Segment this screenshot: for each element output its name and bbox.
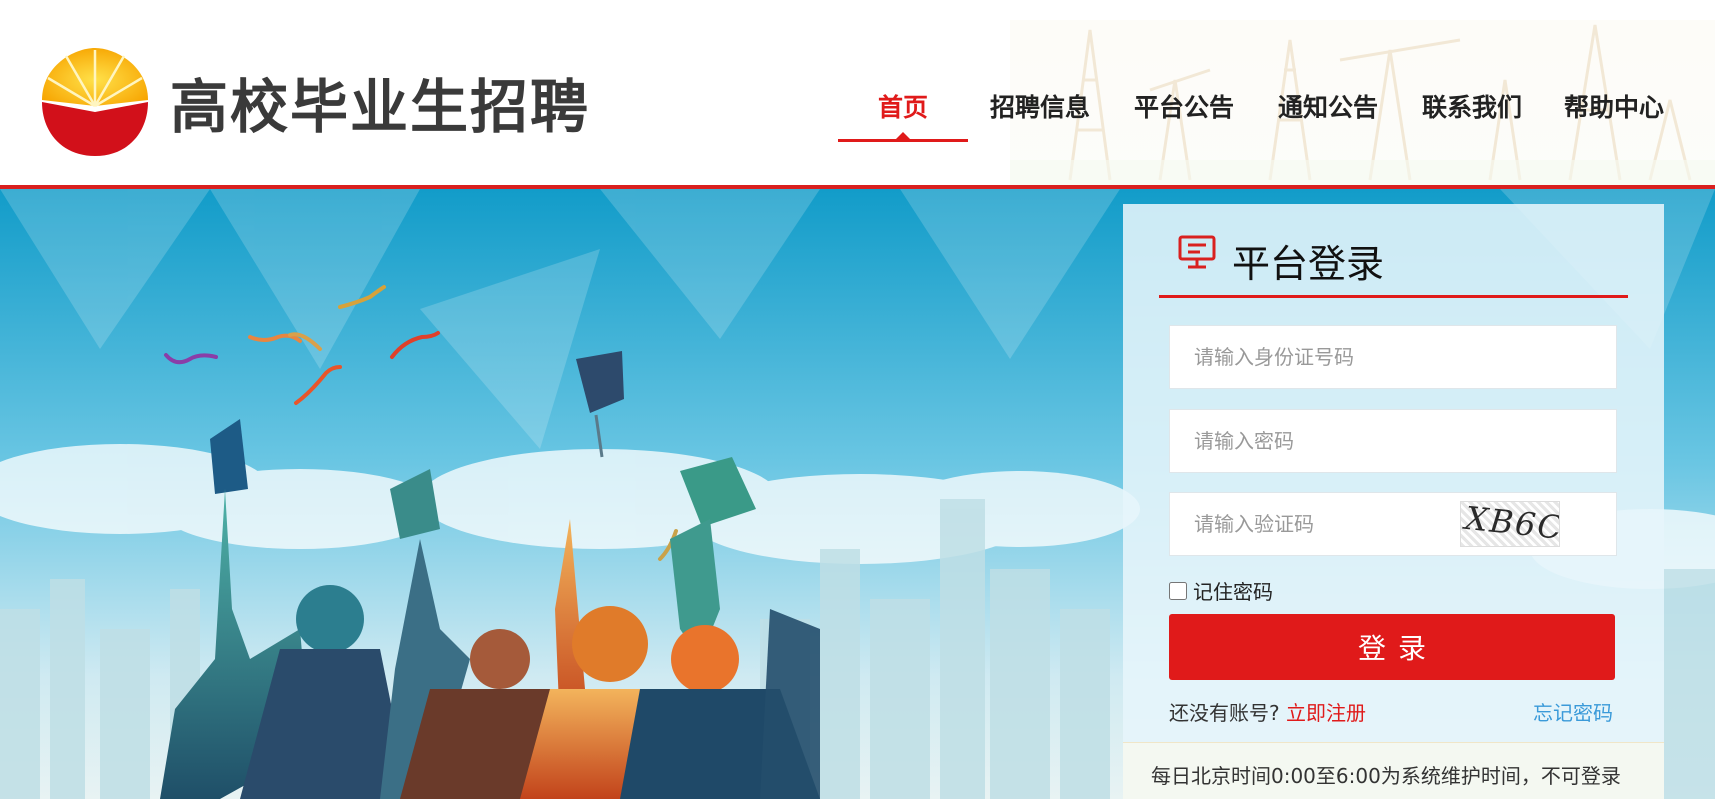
nav-active-underline [838,139,968,142]
id-number-field[interactable] [1169,325,1617,389]
password-input[interactable] [1170,410,1616,472]
nav-active-caret [896,132,910,139]
nav-notices[interactable]: 通知公告 [1256,82,1400,142]
nav-home[interactable]: 首页 [838,82,968,142]
maintenance-notice: 每日北京时间0:00至6:00为系统维护时间，不可登录 [1151,764,1621,788]
page-bottom [0,799,1715,809]
petrochina-logo [42,48,148,156]
nav-recruitment-info[interactable]: 招聘信息 [968,82,1112,142]
forgot-password-link[interactable]: 忘记密码 [1533,697,1613,726]
captcha-field[interactable]: XB6C [1169,492,1617,556]
nav-notices-label: 通知公告 [1277,93,1378,122]
nav-help-center[interactable]: 帮助中心 [1544,82,1684,142]
id-number-input[interactable] [1170,326,1616,388]
nav-recruitment-info-label: 招聘信息 [989,93,1090,122]
remember-label: 记住密码 [1193,580,1273,604]
site-title: 高校毕业生招聘 [170,73,591,141]
nav-platform-announcements[interactable]: 平台公告 [1112,82,1256,142]
nav-platform-announcements-label: 平台公告 [1133,93,1234,122]
nav-help-center-label: 帮助中心 [1563,93,1664,122]
captcha-text: XB6C [1463,501,1560,547]
no-account-text: 还没有账号? [1169,701,1280,725]
password-field[interactable] [1169,409,1617,473]
nav-home-label: 首页 [877,93,928,122]
site-header: 高校毕业生招聘 首页 招聘信息 平台公告 通知公告 联系我们 帮助中心 [0,0,1715,186]
main-nav: 首页 招聘信息 平台公告 通知公告 联系我们 帮助中心 [838,82,1684,142]
captcha-image[interactable]: XB6C [1460,501,1560,547]
register-prompt: 还没有账号? 立即注册 [1169,697,1366,726]
remember-password[interactable]: 记住密码 [1169,576,1273,605]
register-link[interactable]: 立即注册 [1286,701,1366,725]
login-title: 平台登录 [1232,242,1385,286]
nav-contact-us-label: 联系我们 [1421,93,1522,122]
login-button[interactable]: 登录 [1169,614,1615,680]
remember-checkbox[interactable] [1169,581,1187,600]
monitor-icon [1178,235,1216,269]
nav-contact-us[interactable]: 联系我们 [1400,82,1544,142]
captcha-input[interactable] [1170,493,1450,555]
login-header [1159,232,1628,298]
